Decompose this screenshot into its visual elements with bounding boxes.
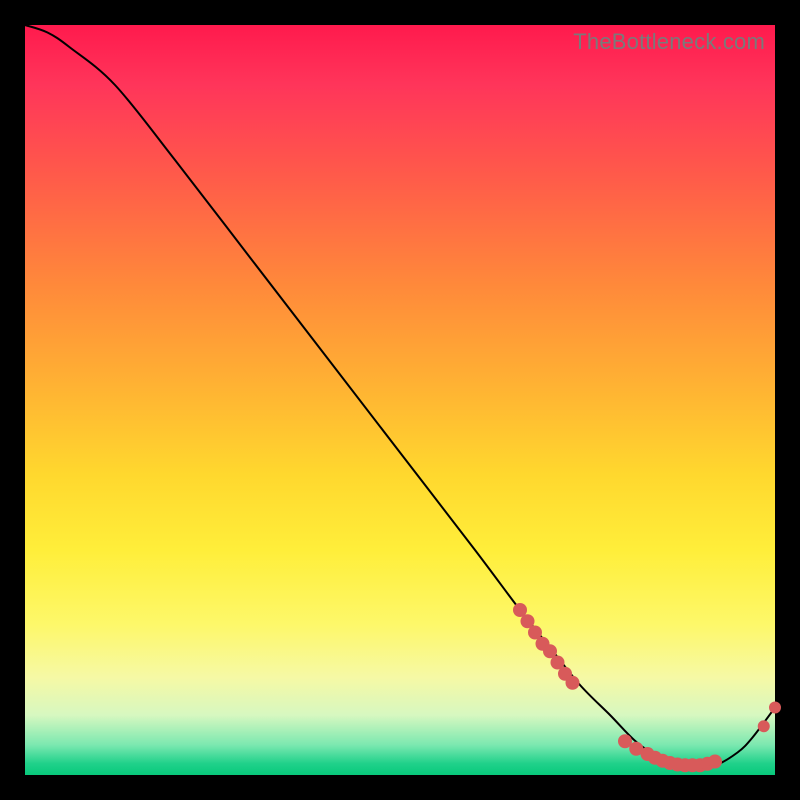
data-point [566, 676, 580, 690]
plot-area: TheBottleneck.com [25, 25, 775, 775]
chart-svg [25, 25, 775, 775]
data-point [758, 720, 770, 732]
bottleneck-curve [25, 25, 775, 766]
chart-container: TheBottleneck.com [0, 0, 800, 800]
data-markers [513, 603, 781, 772]
data-point [708, 755, 722, 769]
data-point [769, 702, 781, 714]
